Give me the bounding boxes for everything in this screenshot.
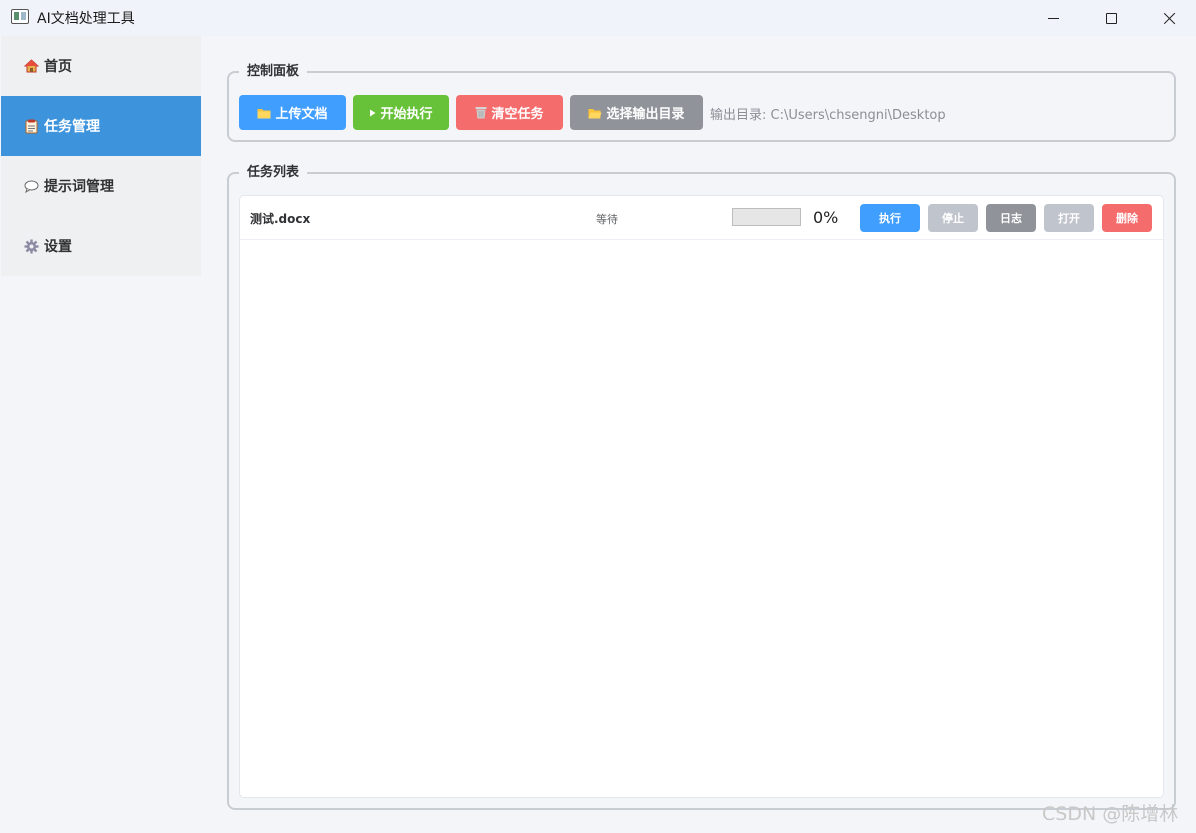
minimize-button[interactable] [1024, 0, 1082, 36]
control-panel: 控制面板 上传文档 开始执行 清空任务 选择输出目录 输出目录: C:\User… [227, 62, 1176, 142]
sidebar-item-settings[interactable]: 设置 [1, 216, 201, 276]
speech-bubble-icon [23, 178, 39, 194]
table-row: 测试.docx 等待 0% 执行 停止 日志 打开 删除 [240, 196, 1163, 240]
task-list: 测试.docx 等待 0% 执行 停止 日志 打开 删除 [239, 195, 1164, 798]
task-log-button[interactable]: 日志 [986, 204, 1036, 232]
task-progress-bar [732, 208, 801, 226]
select-output-dir-label: 选择输出目录 [606, 107, 685, 122]
sidebar-item-label: 首页 [44, 59, 72, 75]
output-dir-path: 输出目录: C:\Users\chsengni\Desktop [710, 108, 946, 123]
sidebar-item-home[interactable]: 首页 [1, 36, 201, 96]
title-bar: AI文档处理工具 [0, 0, 1196, 36]
sidebar-item-prompt-management[interactable]: 提示词管理 [1, 156, 201, 216]
task-list-panel: 任务列表 测试.docx 等待 0% 执行 停止 日志 打开 删除 [227, 163, 1176, 810]
sidebar-item-label: 提示词管理 [44, 179, 114, 195]
clear-tasks-button[interactable]: 清空任务 [456, 95, 563, 130]
trash-icon [475, 106, 487, 119]
maximize-icon [1105, 12, 1117, 24]
app-icon [11, 9, 29, 24]
gear-icon [23, 238, 39, 254]
task-progress-text: 0% [813, 208, 839, 227]
upload-document-label: 上传文档 [275, 107, 328, 122]
task-stop-button[interactable]: 停止 [928, 204, 978, 232]
sidebar: 首页 任务管理 提示词管理 设置 [1, 36, 201, 276]
start-execution-button[interactable]: 开始执行 [353, 95, 449, 130]
watermark: CSDN @陈增林 [1042, 803, 1179, 825]
task-open-button[interactable]: 打开 [1044, 204, 1094, 232]
maximize-button[interactable] [1082, 0, 1140, 36]
house-icon [23, 58, 39, 74]
window-title: AI文档处理工具 [37, 11, 135, 27]
clear-tasks-label: 清空任务 [491, 107, 544, 122]
minimize-icon [1047, 17, 1059, 19]
notepad-icon [23, 118, 39, 134]
close-icon [1163, 12, 1176, 25]
sidebar-item-label: 设置 [44, 239, 72, 255]
task-delete-button[interactable]: 删除 [1102, 204, 1152, 232]
sidebar-item-label: 任务管理 [44, 119, 100, 135]
upload-document-button[interactable]: 上传文档 [239, 95, 346, 130]
task-list-title: 任务列表 [239, 163, 308, 183]
start-execution-label: 开始执行 [380, 107, 433, 122]
task-execute-button[interactable]: 执行 [860, 204, 920, 232]
sidebar-item-task-management[interactable]: 任务管理 [1, 96, 201, 156]
folder-icon [257, 107, 271, 119]
task-file-name: 测试.docx [250, 212, 311, 226]
play-icon [369, 109, 376, 117]
select-output-dir-button[interactable]: 选择输出目录 [570, 95, 703, 130]
task-status: 等待 [596, 213, 618, 226]
close-button[interactable] [1140, 0, 1196, 36]
open-folder-icon [588, 107, 602, 119]
control-panel-title: 控制面板 [239, 62, 308, 82]
